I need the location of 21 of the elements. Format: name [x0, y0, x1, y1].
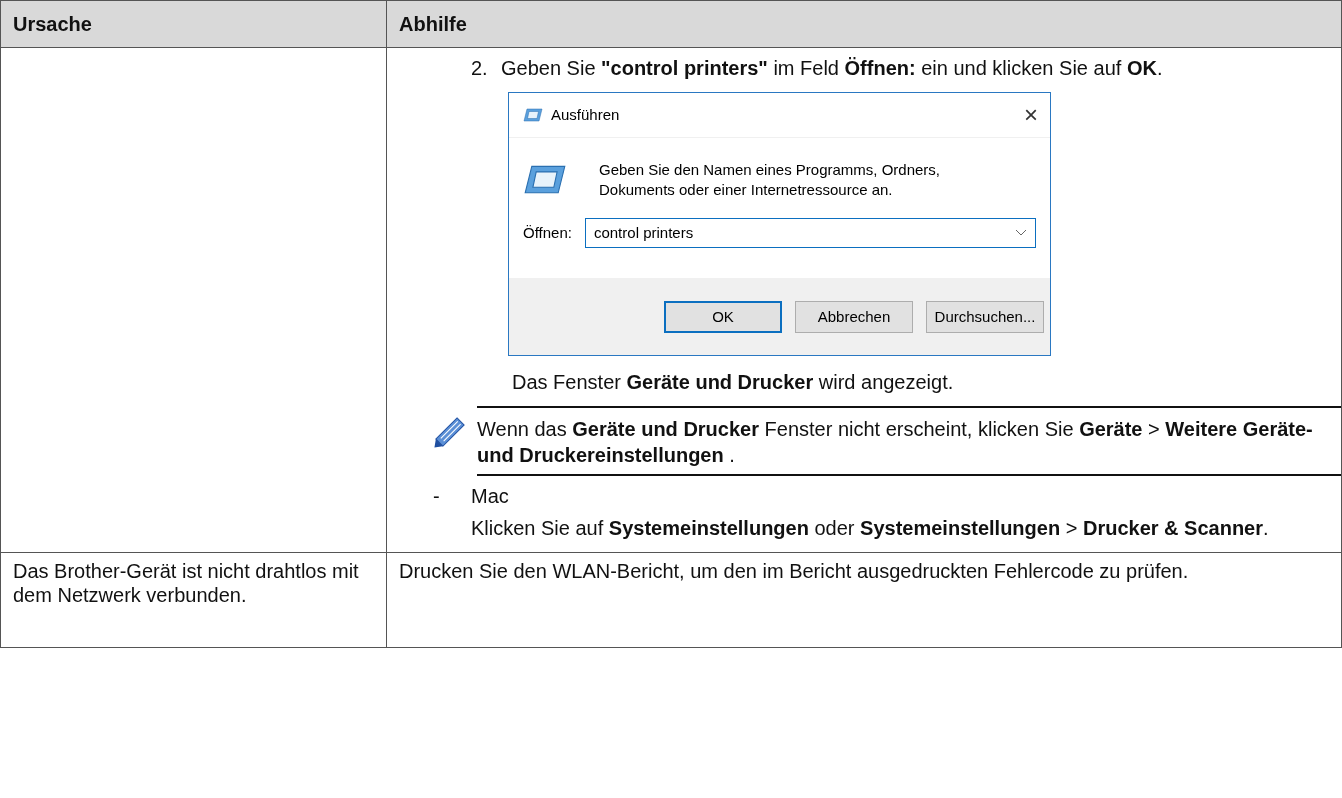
- dialog-button[interactable]: Durchsuchen...: [926, 300, 1044, 333]
- result-text: Das Fenster Geräte und Drucker wird angezeigt.: [511, 370, 955, 394]
- step-text: Geben Sie "control printers" im Feld Öffnen: ein und klicken Sie auf OK.: [501, 56, 1163, 80]
- dialog-message: Geben Sie den Namen eines Programms, Ordners, Dokuments oder einer Internetressource an.: [599, 160, 941, 200]
- input-field[interactable]: control printers: [584, 218, 1036, 248]
- bullet-label: Mac: [471, 484, 509, 508]
- close-icon: ×: [1024, 103, 1038, 127]
- note-text: Wenn das Geräte und Drucker Fenster nicht erscheint, klicken Sie Geräte > Weitere Geräte- und Druckereinstellungen .: [477, 418, 1313, 466]
- bullet-text: Klicken Sie auf Systemeinstellungen oder Systemeinstellungen > Drucker & Scanner.: [470, 516, 1270, 540]
- table-cell: Das Brother-Gerät ist nicht drahtlos mit dem Netzwerk verbunden.: [1, 553, 387, 648]
- table-cell: Drucken Sie den WLAN-Bericht, um den im Bericht ausgedruckten Fehlercode zu prüfen.: [387, 553, 1342, 648]
- dialog-button[interactable]: OK: [664, 300, 782, 333]
- dialog-button[interactable]: Abbrechen: [795, 300, 913, 333]
- bullet-marker: -: [433, 484, 441, 508]
- run-icon: [523, 107, 543, 123]
- step-number: 2.: [471, 56, 489, 80]
- column-header: Ursache: [1, 0, 387, 48]
- chevron-icon: [1015, 229, 1027, 237]
- dialog-title: Ausführen: [551, 105, 621, 125]
- column-header: Abhilfe: [387, 0, 1342, 48]
- field-label: Öffnen:: [523, 223, 572, 243]
